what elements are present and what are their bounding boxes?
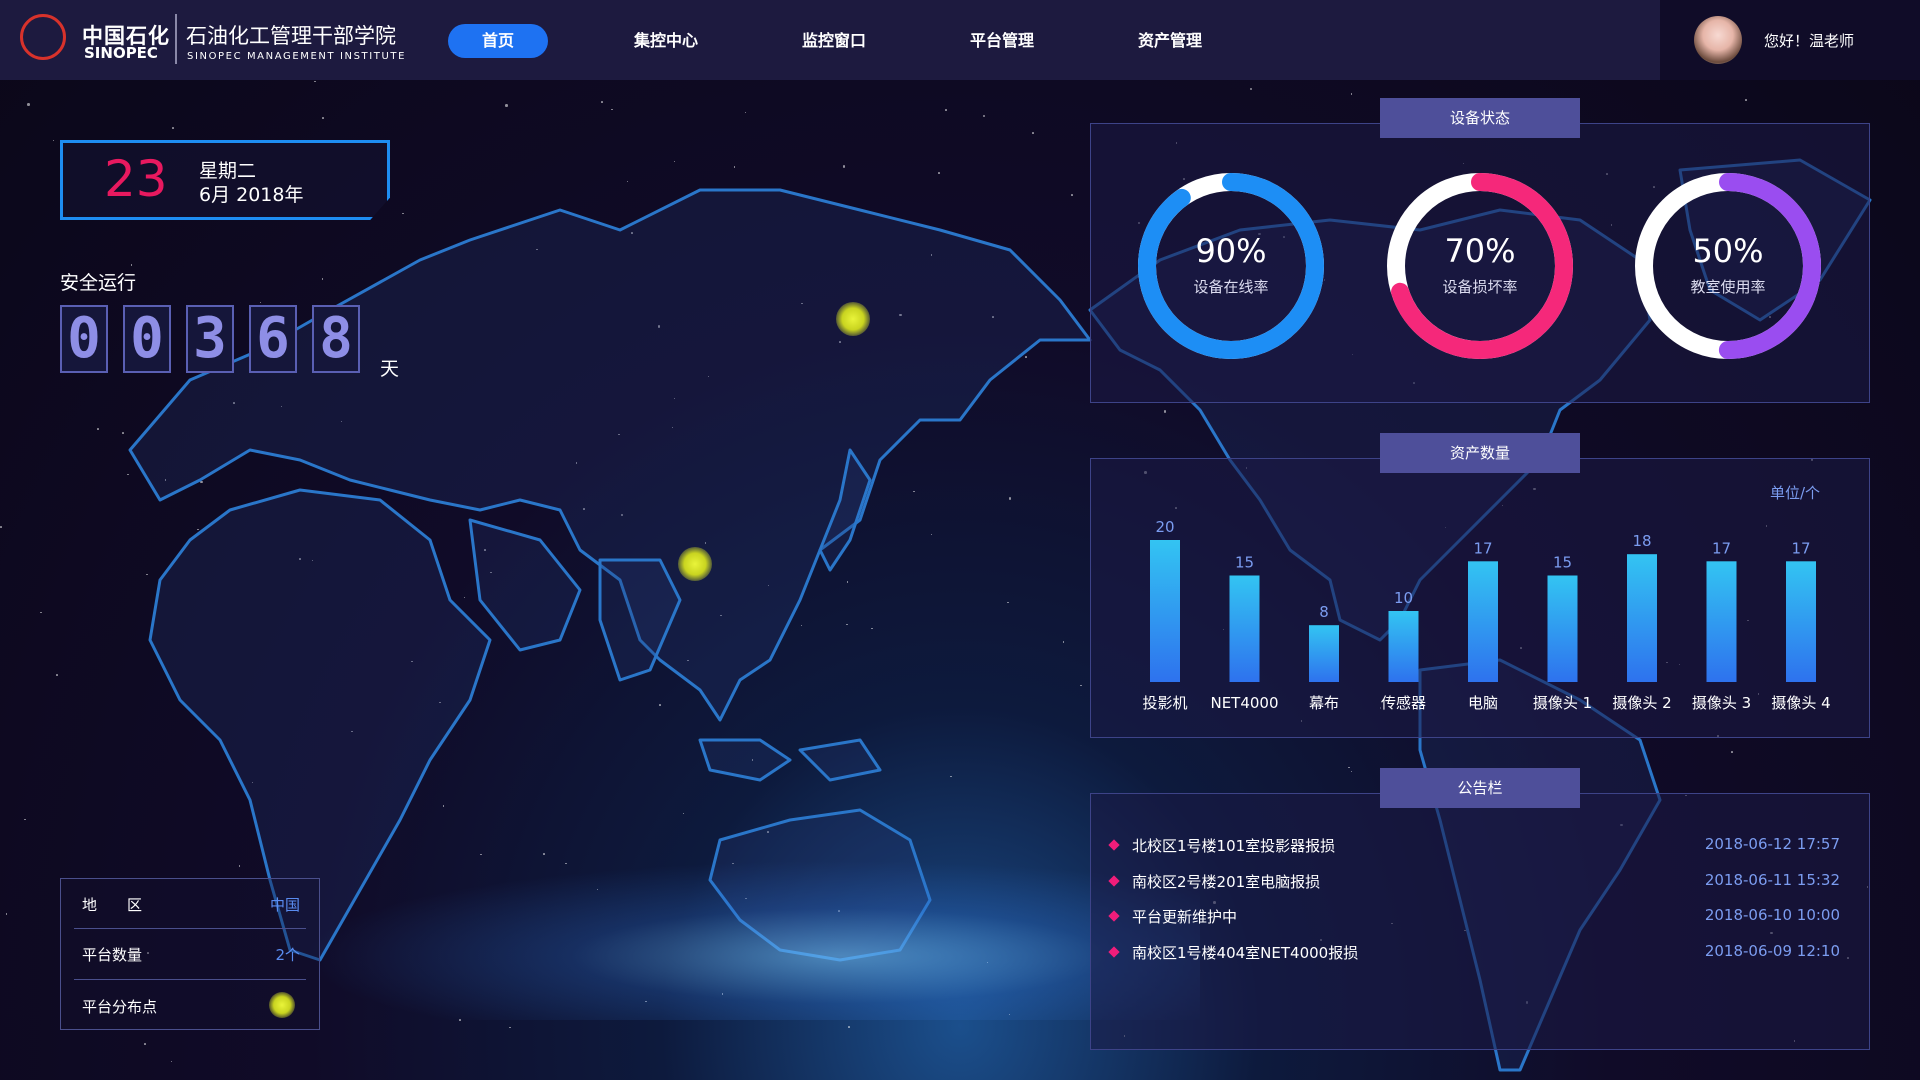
distribution-marker-icon xyxy=(269,992,295,1018)
platform-count-value: 2个 xyxy=(275,946,300,964)
notice-time: 2018-06-11 15:32 xyxy=(1704,871,1840,889)
bar[interactable] xyxy=(1706,561,1737,682)
bar-category-label: 摄像头 2 xyxy=(1612,694,1671,712)
bar-category-label: NET4000 xyxy=(1210,694,1278,712)
bar[interactable] xyxy=(1388,611,1419,682)
bar[interactable] xyxy=(1150,540,1180,682)
date-day: 23 xyxy=(104,150,168,208)
bullet-icon xyxy=(1108,946,1120,958)
damage-rate-label: 设备损坏率 xyxy=(1442,278,1518,296)
bar-category-label: 摄像头 1 xyxy=(1533,694,1592,712)
map-marker[interactable] xyxy=(678,547,712,581)
safe-run-label: 安全运行 xyxy=(60,272,137,294)
notice-time: 2018-06-09 12:10 xyxy=(1704,942,1840,960)
notice-item[interactable]: 南校区1号楼404室NET4000报损 2018-06-09 12:10 xyxy=(1108,939,1850,967)
bar-value-label: 10 xyxy=(1394,589,1413,607)
classroom-usage-value: 50% xyxy=(1692,232,1764,270)
safe-run-digit: 0 xyxy=(60,305,108,373)
user-avatar[interactable] xyxy=(1694,16,1742,64)
region-value: 中国 xyxy=(269,896,300,914)
bar[interactable] xyxy=(1229,575,1260,683)
classroom-usage-label: 教室使用率 xyxy=(1690,278,1766,296)
notice-time: 2018-06-10 10:00 xyxy=(1704,906,1840,924)
notice-item[interactable]: 北校区1号楼101室投影器报损 2018-06-12 17:57 xyxy=(1108,832,1850,860)
region-key: 地 区 xyxy=(82,896,143,914)
safe-run-digit: 6 xyxy=(249,305,297,373)
bar[interactable] xyxy=(1786,561,1816,682)
notice-text: 南校区2号楼201室电脑报损 xyxy=(1132,873,1321,891)
bar-value-label: 20 xyxy=(1155,518,1174,536)
online-rate-value: 90% xyxy=(1195,232,1267,270)
bar-value-label: 8 xyxy=(1319,603,1329,621)
safe-run-digit: 0 xyxy=(123,305,171,373)
bar[interactable] xyxy=(1309,625,1339,682)
bar[interactable] xyxy=(1547,575,1578,683)
notice-item[interactable]: 南校区2号楼201室电脑报损 2018-06-11 15:32 xyxy=(1108,868,1850,896)
nav-platform-management[interactable]: 平台管理 xyxy=(952,24,1052,58)
notice-board-title: 公告栏 xyxy=(1380,768,1580,808)
platform-distribution-key: 平台分布点 xyxy=(82,998,158,1016)
notice-text: 北校区1号楼101室投影器报损 xyxy=(1132,837,1336,855)
nav-home[interactable]: 首页 xyxy=(448,24,548,58)
date-weekday: 星期二 xyxy=(199,160,257,182)
notice-time: 2018-06-12 17:57 xyxy=(1704,835,1840,853)
bar-value-label: 15 xyxy=(1235,554,1254,572)
platform-count-row: 平台数量 2个 xyxy=(80,928,306,978)
nav-asset-management[interactable]: 资产管理 xyxy=(1120,24,1220,58)
logo-text-en: SINOPEC xyxy=(84,44,158,62)
bar[interactable] xyxy=(1627,554,1657,682)
bar-value-label: 15 xyxy=(1553,554,1572,572)
nav-monitor-window[interactable]: 监控窗口 xyxy=(784,24,884,58)
notice-item[interactable]: 平台更新维护中 2018-06-10 10:00 xyxy=(1108,903,1850,931)
user-greeting: 您好！温老师 xyxy=(1764,32,1855,50)
bar-value-label: 17 xyxy=(1791,539,1810,557)
horizon-glow xyxy=(300,860,1200,1020)
sinopec-logo-icon xyxy=(20,14,66,60)
bar-category-label: 投影机 xyxy=(1142,694,1187,712)
nav-control-center[interactable]: 集控中心 xyxy=(616,24,716,58)
map-marker[interactable] xyxy=(836,302,870,336)
safe-run-unit: 天 xyxy=(380,358,400,380)
region-row: 地 区 中国 xyxy=(80,878,306,928)
bar-category-label: 摄像头 3 xyxy=(1692,694,1751,712)
safe-run-digit: 8 xyxy=(312,305,360,373)
institute-name-cn: 石油化工管理干部学院 xyxy=(186,24,396,48)
bullet-icon xyxy=(1108,910,1120,922)
bar-category-label: 摄像头 4 xyxy=(1771,694,1830,712)
online-rate-label: 设备在线率 xyxy=(1193,278,1269,296)
bar-value-label: 17 xyxy=(1473,539,1492,557)
safe-run-digit: 3 xyxy=(186,305,234,373)
bar-value-label: 17 xyxy=(1712,539,1731,557)
logo-divider xyxy=(175,14,177,64)
notice-text: 平台更新维护中 xyxy=(1132,908,1238,926)
bar-category-label: 幕布 xyxy=(1309,694,1339,712)
damage-rate-value: 70% xyxy=(1444,232,1516,270)
platform-count-key: 平台数量 xyxy=(82,946,143,964)
notice-text: 南校区1号楼404室NET4000报损 xyxy=(1132,944,1359,962)
date-month-year: 6月 2018年 xyxy=(199,184,304,206)
bullet-icon xyxy=(1108,839,1120,851)
institute-name-en: SINOPEC MANAGEMENT INSTITUTE xyxy=(187,51,407,62)
bullet-icon xyxy=(1108,875,1120,887)
bar-value-label: 18 xyxy=(1632,532,1651,550)
asset-bar-chart: 20 投影机 15 NET4000 8 幕布 10 传感器 17 电脑 15 摄像头 1 18 摄像头 2… xyxy=(1142,518,1830,712)
bar-category-label: 传感器 xyxy=(1381,694,1426,712)
bar[interactable] xyxy=(1468,561,1498,682)
bar-category-label: 电脑 xyxy=(1468,694,1498,712)
